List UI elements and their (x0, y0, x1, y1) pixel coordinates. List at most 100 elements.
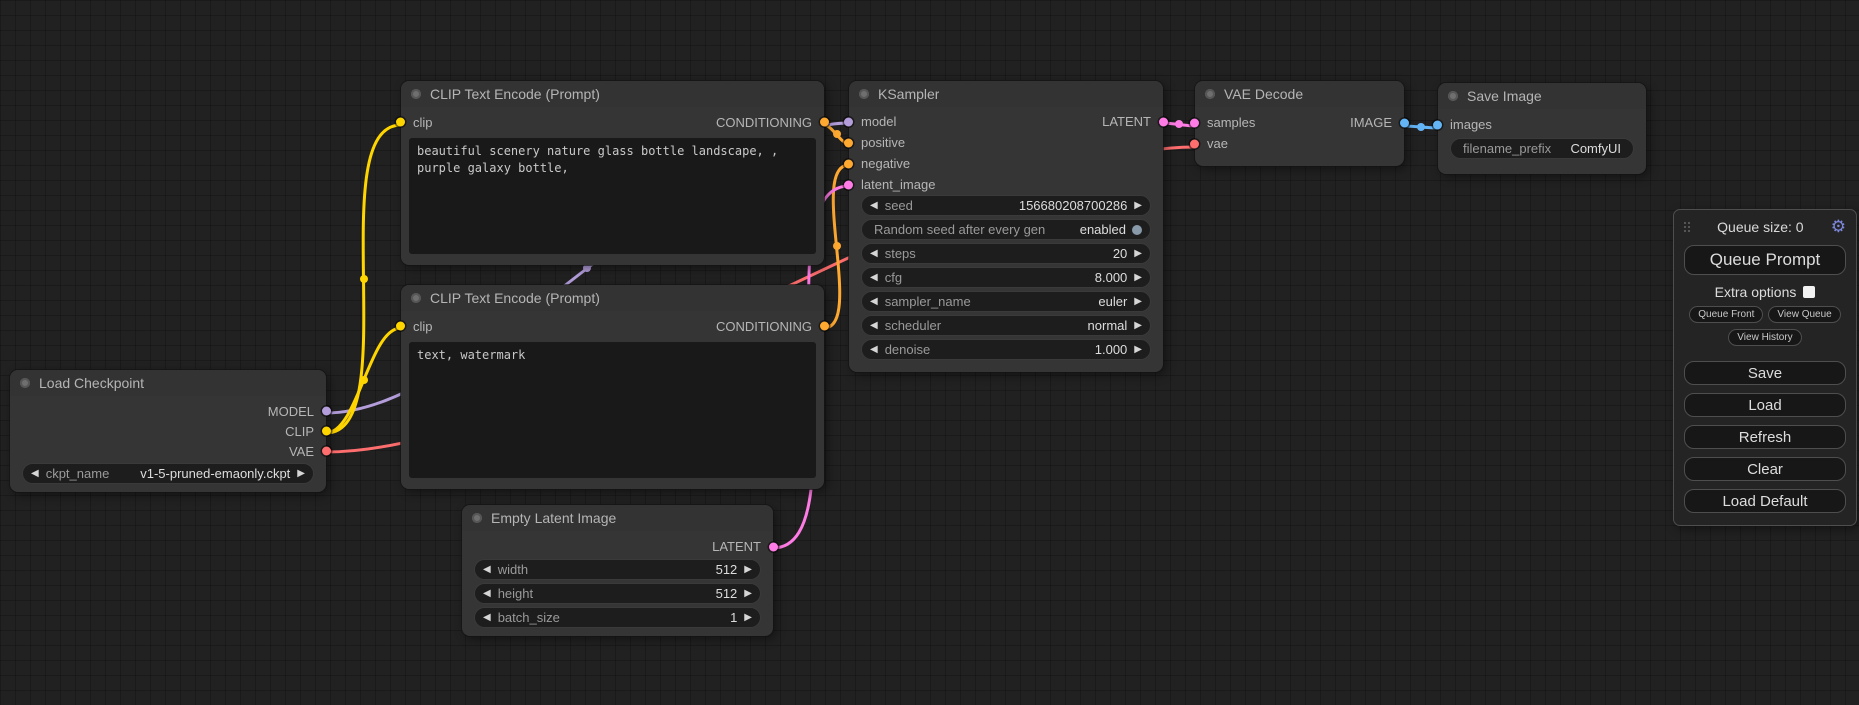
node-title-bar[interactable]: KSampler (849, 81, 1163, 107)
node-load-checkpoint[interactable]: Load Checkpoint MODEL CLIP VAE ◀ ckpt_na… (10, 370, 326, 492)
node-clip-text-encode-negative[interactable]: CLIP Text Encode (Prompt) clip CONDITION… (401, 285, 824, 489)
node-title-bar[interactable]: Empty Latent Image (462, 505, 773, 531)
widget-batch-size[interactable]: ◀ batch_size 1 ▶ (474, 607, 761, 628)
arrow-right-icon[interactable]: ▶ (1134, 297, 1142, 307)
slot-row: vae (1195, 133, 1404, 154)
output-dot-vae[interactable] (322, 447, 331, 456)
widget-scheduler[interactable]: ◀ scheduler normal ▶ (861, 315, 1151, 336)
widget-cfg[interactable]: ◀ cfg 8.000 ▶ (861, 267, 1151, 288)
positive-prompt-textarea[interactable]: beautiful scenery nature glass bottle la… (409, 138, 816, 254)
queue-front-button[interactable]: Queue Front (1689, 306, 1763, 323)
extra-options-checkbox[interactable] (1803, 286, 1815, 298)
clear-button[interactable]: Clear (1684, 457, 1846, 481)
negative-prompt-textarea[interactable]: text, watermark (409, 342, 816, 478)
arrow-right-icon[interactable]: ▶ (744, 589, 752, 599)
widget-value: 512 (716, 586, 738, 601)
widget-denoise[interactable]: ◀ denoise 1.000 ▶ (861, 339, 1151, 360)
collapse-dot[interactable] (1448, 91, 1458, 101)
arrow-right-icon[interactable]: ▶ (1134, 201, 1142, 211)
graph-canvas[interactable]: Load Checkpoint MODEL CLIP VAE ◀ ckpt_na… (0, 0, 1859, 705)
node-empty-latent-image[interactable]: Empty Latent Image LATENT ◀ width 512 ▶ … (462, 505, 773, 636)
slot-row: VAE (10, 441, 326, 461)
arrow-right-icon[interactable]: ▶ (1134, 321, 1142, 331)
collapse-dot[interactable] (411, 89, 421, 99)
view-queue-button[interactable]: View Queue (1768, 306, 1840, 323)
widget-control-after-generate[interactable]: Random seed after every gen enabled (861, 219, 1151, 240)
widget-steps[interactable]: ◀ steps 20 ▶ (861, 243, 1151, 264)
arrow-left-icon[interactable]: ◀ (31, 469, 39, 479)
node-title-bar[interactable]: VAE Decode (1195, 81, 1404, 107)
input-label-positive: positive (861, 135, 905, 150)
queue-prompt-button[interactable]: Queue Prompt (1684, 245, 1846, 275)
widget-name: seed (885, 198, 913, 213)
widget-width[interactable]: ◀ width 512 ▶ (474, 559, 761, 580)
input-dot-latent-image[interactable] (844, 180, 853, 189)
node-ksampler[interactable]: KSampler model LATENT positive negative … (849, 81, 1163, 372)
widget-sampler-name[interactable]: ◀ sampler_name euler ▶ (861, 291, 1151, 312)
widget-name: batch_size (498, 610, 560, 625)
drag-handle-icon[interactable] (1684, 222, 1686, 224)
arrow-left-icon[interactable]: ◀ (870, 201, 878, 211)
load-default-button[interactable]: Load Default (1684, 489, 1846, 513)
node-title-bar[interactable]: Load Checkpoint (10, 370, 326, 396)
node-title-bar[interactable]: CLIP Text Encode (Prompt) (401, 81, 824, 107)
output-dot-conditioning[interactable] (820, 322, 829, 331)
slot-row: model LATENT (849, 111, 1163, 132)
widget-value: euler (1098, 294, 1127, 309)
input-dot-samples[interactable] (1190, 118, 1199, 127)
arrow-right-icon[interactable]: ▶ (744, 613, 752, 623)
save-button[interactable]: Save (1684, 361, 1846, 385)
node-save-image[interactable]: Save Image images filename_prefix ComfyU… (1438, 83, 1646, 174)
collapse-dot[interactable] (859, 89, 869, 99)
node-title: KSampler (878, 86, 939, 102)
output-dot-clip[interactable] (322, 427, 331, 436)
output-dot-conditioning[interactable] (820, 118, 829, 127)
collapse-dot[interactable] (472, 513, 482, 523)
arrow-left-icon[interactable]: ◀ (483, 613, 491, 623)
input-dot-positive[interactable] (844, 138, 853, 147)
widget-value: ComfyUI (1570, 141, 1621, 156)
node-title-bar[interactable]: CLIP Text Encode (Prompt) (401, 285, 824, 311)
output-dot-model[interactable] (322, 407, 331, 416)
input-label-vae: vae (1207, 136, 1228, 151)
input-dot-negative[interactable] (844, 159, 853, 168)
widget-ckpt-name[interactable]: ◀ ckpt_name v1-5-pruned-emaonly.ckpt ▶ (22, 463, 314, 484)
input-dot-model[interactable] (844, 117, 853, 126)
input-dot-clip[interactable] (396, 322, 405, 331)
widget-value: 1.000 (1095, 342, 1128, 357)
arrow-right-icon[interactable]: ▶ (744, 565, 752, 575)
load-button[interactable]: Load (1684, 393, 1846, 417)
widget-seed[interactable]: ◀ seed 156680208700286 ▶ (861, 195, 1151, 216)
arrow-left-icon[interactable]: ◀ (870, 321, 878, 331)
arrow-right-icon[interactable]: ▶ (297, 469, 305, 479)
refresh-button[interactable]: Refresh (1684, 425, 1846, 449)
node-title-bar[interactable]: Save Image (1438, 83, 1646, 109)
arrow-left-icon[interactable]: ◀ (483, 589, 491, 599)
arrow-right-icon[interactable]: ▶ (1134, 249, 1142, 259)
widget-filename-prefix[interactable]: filename_prefix ComfyUI (1450, 138, 1634, 159)
input-dot-vae[interactable] (1190, 139, 1199, 148)
node-title: CLIP Text Encode (Prompt) (430, 290, 600, 306)
output-dot-image[interactable] (1400, 118, 1409, 127)
collapse-dot[interactable] (411, 293, 421, 303)
arrow-left-icon[interactable]: ◀ (870, 273, 878, 283)
widget-height[interactable]: ◀ height 512 ▶ (474, 583, 761, 604)
output-dot-latent[interactable] (769, 542, 778, 551)
output-label-latent: LATENT (712, 539, 761, 554)
collapse-dot[interactable] (20, 378, 30, 388)
input-dot-images[interactable] (1433, 120, 1442, 129)
toggle-dot[interactable] (1132, 225, 1142, 235)
arrow-right-icon[interactable]: ▶ (1134, 345, 1142, 355)
view-history-button[interactable]: View History (1728, 329, 1801, 346)
arrow-left-icon[interactable]: ◀ (870, 345, 878, 355)
arrow-left-icon[interactable]: ◀ (483, 565, 491, 575)
collapse-dot[interactable] (1205, 89, 1215, 99)
arrow-left-icon[interactable]: ◀ (870, 297, 878, 307)
node-clip-text-encode-positive[interactable]: CLIP Text Encode (Prompt) clip CONDITION… (401, 81, 824, 265)
node-vae-decode[interactable]: VAE Decode samples IMAGE vae (1195, 81, 1404, 166)
input-dot-clip[interactable] (396, 118, 405, 127)
arrow-right-icon[interactable]: ▶ (1134, 273, 1142, 283)
gear-icon[interactable]: ⚙ (1831, 217, 1846, 237)
arrow-left-icon[interactable]: ◀ (870, 249, 878, 259)
output-dot-latent[interactable] (1159, 117, 1168, 126)
